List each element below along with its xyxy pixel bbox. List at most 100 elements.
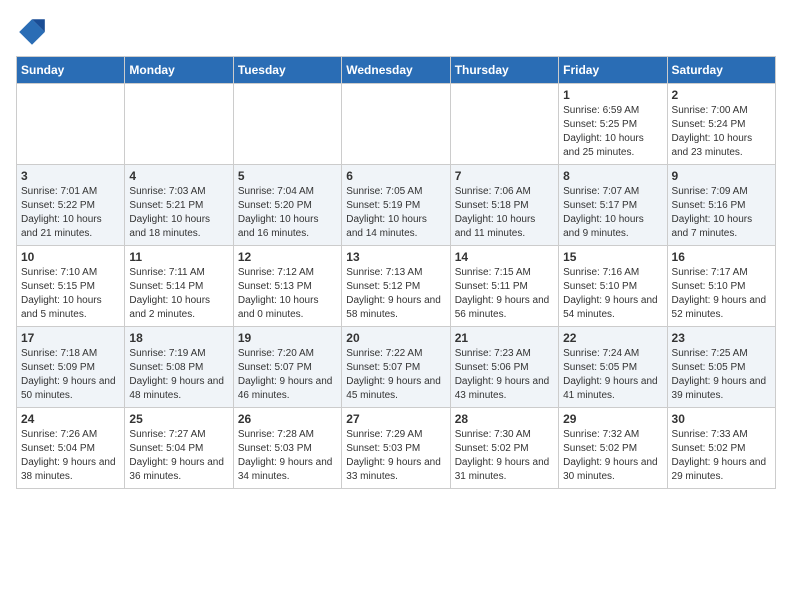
calendar-cell: 23 Sunrise: 7:25 AM Sunset: 5:05 PM Dayli… [667, 327, 775, 408]
calendar-cell: 6Sunrise: 7:05 AM Sunset: 5:19 PM Daylig… [342, 165, 450, 246]
day-info: Sunrise: 6:59 AM Sunset: 5:25 PM Dayligh… [563, 104, 662, 160]
day-info: Sunrise: 7:32 AM Sunset: 5:02 PM Dayligh… [563, 428, 662, 484]
calendar-cell: 8 Sunrise: 7:07 AM Sunset: 5:17 PM Daylig… [559, 165, 667, 246]
day-info: Sunrise: 7:15 AM Sunset: 5:11 PM Dayligh… [455, 266, 554, 322]
day-info: Sunrise: 7:29 AM Sunset: 5:03 PM Dayligh… [346, 428, 445, 484]
day-info: Sunrise: 7:13 AM Sunset: 5:12 PM Dayligh… [346, 266, 445, 322]
calendar-header-row: SundayMondayTuesdayWednesdayThursdayFrid… [17, 57, 776, 84]
weekday-header: Thursday [450, 57, 558, 84]
calendar-week-row: 1 Sunrise: 6:59 AM Sunset: 5:25 PM Daylig… [17, 84, 776, 165]
weekday-header: Wednesday [342, 57, 450, 84]
day-info: Sunrise: 7:25 AM Sunset: 5:05 PM Dayligh… [672, 347, 771, 403]
calendar-table: SundayMondayTuesdayWednesdayThursdayFrid… [16, 56, 776, 489]
day-info: Sunrise: 7:30 AM Sunset: 5:02 PM Dayligh… [455, 428, 554, 484]
day-info: Sunrise: 7:22 AM Sunset: 5:07 PM Dayligh… [346, 347, 445, 403]
calendar-cell: 15 Sunrise: 7:16 AM Sunset: 5:10 PM Dayli… [559, 246, 667, 327]
day-info: Sunrise: 7:26 AM Sunset: 5:04 PM Dayligh… [21, 428, 120, 484]
day-info: Sunrise: 7:27 AM Sunset: 5:04 PM Dayligh… [129, 428, 228, 484]
day-info: Sunrise: 7:07 AM Sunset: 5:17 PM Dayligh… [563, 185, 662, 241]
day-number: 15 [563, 250, 662, 264]
calendar-cell: 2Sunrise: 7:00 AM Sunset: 5:24 PM Daylig… [667, 84, 775, 165]
calendar-cell: 27 Sunrise: 7:29 AM Sunset: 5:03 PM Dayli… [342, 408, 450, 489]
day-number: 25 [129, 412, 228, 426]
day-info: Sunrise: 7:12 AM Sunset: 5:13 PM Dayligh… [238, 266, 337, 322]
day-info: Sunrise: 7:33 AM Sunset: 5:02 PM Dayligh… [672, 428, 771, 484]
calendar-cell: 9 Sunrise: 7:09 AM Sunset: 5:16 PM Daylig… [667, 165, 775, 246]
calendar-week-row: 17 Sunrise: 7:18 AM Sunset: 5:09 PM Dayli… [17, 327, 776, 408]
day-info: Sunrise: 7:09 AM Sunset: 5:16 PM Dayligh… [672, 185, 771, 241]
day-number: 10 [21, 250, 120, 264]
day-info: Sunrise: 7:00 AM Sunset: 5:24 PM Dayligh… [672, 104, 771, 160]
day-info: Sunrise: 7:17 AM Sunset: 5:10 PM Dayligh… [672, 266, 771, 322]
day-number: 24 [21, 412, 120, 426]
day-number: 27 [346, 412, 445, 426]
day-info: Sunrise: 7:10 AM Sunset: 5:15 PM Dayligh… [21, 266, 120, 322]
calendar-cell: 20 Sunrise: 7:22 AM Sunset: 5:07 PM Dayli… [342, 327, 450, 408]
day-number: 30 [672, 412, 771, 426]
day-info: Sunrise: 7:19 AM Sunset: 5:08 PM Dayligh… [129, 347, 228, 403]
day-info: Sunrise: 7:03 AM Sunset: 5:21 PM Dayligh… [129, 185, 228, 241]
calendar-cell: 22 Sunrise: 7:24 AM Sunset: 5:05 PM Dayli… [559, 327, 667, 408]
calendar-cell: 7Sunrise: 7:06 AM Sunset: 5:18 PM Daylig… [450, 165, 558, 246]
calendar-cell: 1 Sunrise: 6:59 AM Sunset: 5:25 PM Daylig… [559, 84, 667, 165]
day-info: Sunrise: 7:11 AM Sunset: 5:14 PM Dayligh… [129, 266, 228, 322]
day-number: 26 [238, 412, 337, 426]
calendar-cell: 29 Sunrise: 7:32 AM Sunset: 5:02 PM Dayli… [559, 408, 667, 489]
day-number: 20 [346, 331, 445, 345]
day-number: 18 [129, 331, 228, 345]
calendar-cell: 3 Sunrise: 7:01 AM Sunset: 5:22 PM Daylig… [17, 165, 125, 246]
day-number: 22 [563, 331, 662, 345]
calendar-cell [125, 84, 233, 165]
calendar-cell: 17 Sunrise: 7:18 AM Sunset: 5:09 PM Dayli… [17, 327, 125, 408]
logo-icon [16, 16, 48, 48]
day-info: Sunrise: 7:06 AM Sunset: 5:18 PM Dayligh… [455, 185, 554, 241]
calendar-cell: 25 Sunrise: 7:27 AM Sunset: 5:04 PM Dayli… [125, 408, 233, 489]
day-number: 28 [455, 412, 554, 426]
calendar-cell [17, 84, 125, 165]
weekday-header: Monday [125, 57, 233, 84]
day-info: Sunrise: 7:18 AM Sunset: 5:09 PM Dayligh… [21, 347, 120, 403]
day-number: 5 [238, 169, 337, 183]
weekday-header: Saturday [667, 57, 775, 84]
calendar-cell: 30 Sunrise: 7:33 AM Sunset: 5:02 PM Dayli… [667, 408, 775, 489]
day-info: Sunrise: 7:24 AM Sunset: 5:05 PM Dayligh… [563, 347, 662, 403]
day-info: Sunrise: 7:23 AM Sunset: 5:06 PM Dayligh… [455, 347, 554, 403]
day-number: 21 [455, 331, 554, 345]
calendar-cell: 12 Sunrise: 7:12 AM Sunset: 5:13 PM Dayli… [233, 246, 341, 327]
calendar-week-row: 3 Sunrise: 7:01 AM Sunset: 5:22 PM Daylig… [17, 165, 776, 246]
day-info: Sunrise: 7:16 AM Sunset: 5:10 PM Dayligh… [563, 266, 662, 322]
day-number: 9 [672, 169, 771, 183]
day-number: 14 [455, 250, 554, 264]
weekday-header: Sunday [17, 57, 125, 84]
calendar-cell: 14 Sunrise: 7:15 AM Sunset: 5:11 PM Dayli… [450, 246, 558, 327]
day-info: Sunrise: 7:01 AM Sunset: 5:22 PM Dayligh… [21, 185, 120, 241]
day-number: 8 [563, 169, 662, 183]
day-number: 17 [21, 331, 120, 345]
calendar-cell: 19 Sunrise: 7:20 AM Sunset: 5:07 PM Dayli… [233, 327, 341, 408]
calendar-cell: 11Sunrise: 7:11 AM Sunset: 5:14 PM Dayli… [125, 246, 233, 327]
day-number: 16 [672, 250, 771, 264]
day-info: Sunrise: 7:20 AM Sunset: 5:07 PM Dayligh… [238, 347, 337, 403]
calendar-cell: 4Sunrise: 7:03 AM Sunset: 5:21 PM Daylig… [125, 165, 233, 246]
day-number: 29 [563, 412, 662, 426]
calendar-cell: 24 Sunrise: 7:26 AM Sunset: 5:04 PM Dayli… [17, 408, 125, 489]
day-info: Sunrise: 7:28 AM Sunset: 5:03 PM Dayligh… [238, 428, 337, 484]
calendar-week-row: 10 Sunrise: 7:10 AM Sunset: 5:15 PM Dayli… [17, 246, 776, 327]
day-number: 13 [346, 250, 445, 264]
calendar-cell: 16 Sunrise: 7:17 AM Sunset: 5:10 PM Dayli… [667, 246, 775, 327]
weekday-header: Tuesday [233, 57, 341, 84]
calendar-cell: 5 Sunrise: 7:04 AM Sunset: 5:20 PM Daylig… [233, 165, 341, 246]
day-number: 23 [672, 331, 771, 345]
calendar-cell [342, 84, 450, 165]
day-info: Sunrise: 7:04 AM Sunset: 5:20 PM Dayligh… [238, 185, 337, 241]
day-number: 1 [563, 88, 662, 102]
calendar-cell: 28 Sunrise: 7:30 AM Sunset: 5:02 PM Dayli… [450, 408, 558, 489]
calendar-cell: 10 Sunrise: 7:10 AM Sunset: 5:15 PM Dayli… [17, 246, 125, 327]
calendar-cell [233, 84, 341, 165]
day-number: 3 [21, 169, 120, 183]
day-number: 19 [238, 331, 337, 345]
day-number: 6 [346, 169, 445, 183]
calendar-cell: 26 Sunrise: 7:28 AM Sunset: 5:03 PM Dayli… [233, 408, 341, 489]
calendar-cell [450, 84, 558, 165]
day-number: 12 [238, 250, 337, 264]
